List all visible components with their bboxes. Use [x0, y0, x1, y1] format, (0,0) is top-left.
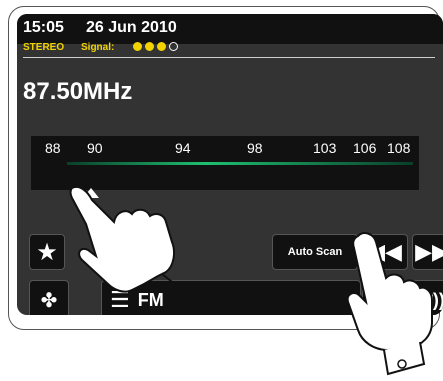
status-bar: 15:05 26 Jun 2010 — [17, 14, 443, 44]
signal-dot-empty — [169, 42, 178, 51]
signal-dot — [145, 42, 154, 51]
hand-pointer-icon — [346, 232, 433, 376]
scale-tick: 88 — [45, 140, 61, 156]
favorites-button[interactable]: ★ — [29, 234, 65, 270]
status-divider — [23, 57, 435, 58]
hand-pointer-icon — [69, 186, 191, 297]
scale-tick: 103 — [313, 140, 337, 156]
stereo-indicator: STEREO — [23, 42, 65, 53]
apps-grid-icon: ✤ — [40, 289, 58, 312]
scale-tick: 90 — [87, 140, 103, 156]
clock-date: 26 Jun 2010 — [86, 19, 177, 36]
signal-dot — [157, 42, 166, 51]
scale-tick: 106 — [353, 140, 377, 156]
scale-tick: 94 — [175, 140, 191, 156]
star-icon: ★ — [36, 238, 58, 266]
scale-tick: 98 — [247, 140, 263, 156]
scale-line — [67, 162, 413, 165]
signal-label: Signal: — [81, 42, 115, 53]
frequency-display: 87.50MHz — [23, 78, 133, 105]
scale-tick: 108 — [387, 140, 411, 156]
signal-strength-indicator — [133, 42, 178, 51]
clock-time: 15:05 — [23, 19, 64, 36]
signal-dot — [133, 42, 142, 51]
